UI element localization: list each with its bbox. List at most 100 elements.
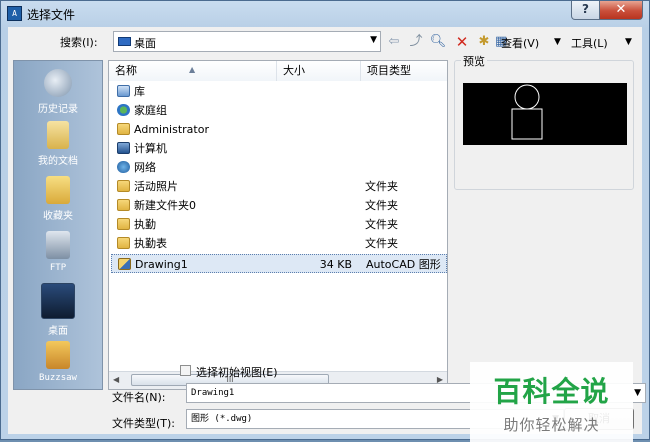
- initial-view-label: 选择初始视图(E): [196, 366, 278, 379]
- preview-group: 预览: [454, 53, 634, 190]
- place-label: 桌面: [48, 326, 68, 337]
- folder-icon: [117, 199, 130, 211]
- drawing-preview: [463, 83, 627, 145]
- file-type: 文件夹: [365, 180, 398, 193]
- history-icon: [44, 69, 72, 97]
- sort-ascending-icon: ▲: [189, 65, 196, 74]
- file-name: 库: [134, 85, 145, 98]
- column-header-label: 名称: [115, 64, 137, 77]
- place-label: 历史记录: [38, 104, 78, 115]
- preview-circle: [514, 84, 540, 110]
- initial-view-checkbox[interactable]: [180, 365, 191, 376]
- file-name: 计算机: [134, 142, 167, 155]
- file-row[interactable]: 活动照片 文件夹: [111, 177, 447, 196]
- desktop-icon: [41, 283, 75, 319]
- column-header-name[interactable]: 名称 ▲: [109, 61, 277, 81]
- scroll-left-icon[interactable]: ◀: [113, 375, 119, 384]
- preview-square: [511, 108, 543, 140]
- filename-label: 文件名(N):: [112, 391, 166, 404]
- dialog-body: 搜索(I): 桌面 ▼ ⇦ ⤴ 🔍︎ ✕ ✱ ▦ 查看(V) ▼ 工具(L) ▼…: [8, 27, 646, 442]
- place-label: 收藏夹: [43, 211, 73, 222]
- place-ftp[interactable]: FTP: [14, 231, 102, 273]
- tools-arrow-icon[interactable]: ▼: [625, 37, 632, 47]
- place-my-documents[interactable]: 我的文档: [14, 121, 102, 167]
- filetype-label: 文件类型(T):: [112, 417, 176, 430]
- file-name: 网络: [134, 161, 156, 174]
- lookin-dropdown[interactable]: 桌面 ▼: [113, 31, 381, 52]
- file-dialog-window: A 选择文件 ? ✕ 搜索(I): 桌面 ▼ ⇦ ⤴ 🔍︎ ✕ ✱ ▦ 查看(V…: [0, 0, 650, 442]
- watermark-logo: 百科全说 助你轻松解决: [470, 362, 633, 442]
- place-label: 我的文档: [38, 156, 78, 167]
- column-header-size[interactable]: 大小: [277, 61, 361, 81]
- file-name: Drawing1: [135, 258, 188, 271]
- file-name: 活动照片: [134, 180, 178, 193]
- library-icon: [117, 85, 130, 97]
- place-buzzsaw[interactable]: Buzzsaw: [14, 341, 102, 383]
- autocad-app-icon: A: [7, 6, 22, 21]
- file-type: AutoCAD 图形: [366, 258, 441, 271]
- tools-menu[interactable]: 工具(L): [571, 35, 608, 51]
- file-size: 34 KB: [319, 258, 352, 271]
- views-arrow-icon[interactable]: ▼: [554, 37, 561, 47]
- lookin-value: 桌面: [134, 37, 156, 50]
- network-icon: [117, 161, 130, 173]
- new-folder-icon[interactable]: ✱: [475, 33, 493, 51]
- buzzsaw-icon: [46, 341, 70, 369]
- file-row[interactable]: 网络: [111, 158, 447, 177]
- file-name: 家庭组: [134, 104, 167, 117]
- file-name: Administrator: [134, 123, 209, 136]
- place-label: Buzzsaw: [39, 373, 77, 383]
- folder-icon: [117, 237, 130, 249]
- chevron-down-icon: ▼: [370, 35, 377, 45]
- ftp-icon: [46, 231, 70, 259]
- place-history[interactable]: 历史记录: [14, 69, 102, 115]
- filetype-value: 图形 (*.dwg): [191, 414, 253, 424]
- file-row[interactable]: 执勤 文件夹: [111, 215, 447, 234]
- column-header-label: 大小: [283, 64, 305, 77]
- place-label: FTP: [49, 263, 67, 273]
- file-list[interactable]: 名称 ▲ 大小 项目类型 库 家庭组 Administrator 计算机 网络 …: [108, 60, 448, 390]
- back-arrow-icon[interactable]: ⇦: [385, 33, 403, 51]
- file-name: 执勤表: [134, 237, 167, 250]
- computer-icon: [117, 142, 130, 154]
- desktop-icon: [118, 37, 131, 46]
- favorites-icon: [46, 176, 70, 204]
- title-bar[interactable]: A 选择文件 ? ✕: [1, 1, 649, 27]
- chevron-down-icon[interactable]: ▼: [634, 384, 641, 402]
- file-row[interactable]: 执勤表 文件夹: [111, 234, 447, 253]
- folder-icon: [117, 218, 130, 230]
- close-button[interactable]: ✕: [599, 1, 643, 20]
- lookin-label: 搜索(I):: [60, 36, 98, 49]
- file-name: 新建文件夹0: [134, 199, 196, 212]
- place-desktop[interactable]: 桌面: [14, 283, 102, 337]
- my-documents-icon: [47, 121, 69, 149]
- watermark-title: 百科全说: [493, 375, 610, 408]
- filename-value: Drawing1: [191, 388, 235, 398]
- file-row[interactable]: 家庭组: [111, 101, 447, 120]
- column-header-type[interactable]: 项目类型: [361, 61, 447, 81]
- up-folder-icon[interactable]: ⤴: [407, 33, 425, 51]
- file-row[interactable]: 计算机: [111, 139, 447, 158]
- preview-label: 预览: [461, 53, 487, 69]
- user-folder-icon: [117, 123, 130, 135]
- dwg-file-icon: [118, 258, 131, 270]
- file-type: 文件夹: [365, 199, 398, 212]
- file-row-selected[interactable]: Drawing1 34 KB AutoCAD 图形: [111, 254, 447, 273]
- file-row[interactable]: Administrator: [111, 120, 447, 139]
- delete-icon[interactable]: ✕: [453, 33, 471, 51]
- window-title: 选择文件: [27, 8, 76, 22]
- search-web-icon[interactable]: 🔍︎: [429, 33, 447, 51]
- file-row[interactable]: 新建文件夹0 文件夹: [111, 196, 447, 215]
- file-name: 执勤: [134, 218, 156, 231]
- help-button[interactable]: ?: [571, 1, 600, 20]
- folder-icon: [117, 180, 130, 192]
- file-row[interactable]: 库: [111, 82, 447, 101]
- column-header-label: 项目类型: [367, 64, 411, 77]
- file-type: 文件夹: [365, 218, 398, 231]
- place-favorites[interactable]: 收藏夹: [14, 176, 102, 222]
- homegroup-icon: [117, 104, 130, 116]
- file-type: 文件夹: [365, 237, 398, 250]
- watermark-subtitle: 助你轻松解决: [503, 416, 600, 434]
- places-sidebar: 历史记录 我的文档 收藏夹 FTP 桌面 Buzzsaw: [13, 60, 103, 390]
- views-menu[interactable]: 查看(V): [501, 35, 539, 51]
